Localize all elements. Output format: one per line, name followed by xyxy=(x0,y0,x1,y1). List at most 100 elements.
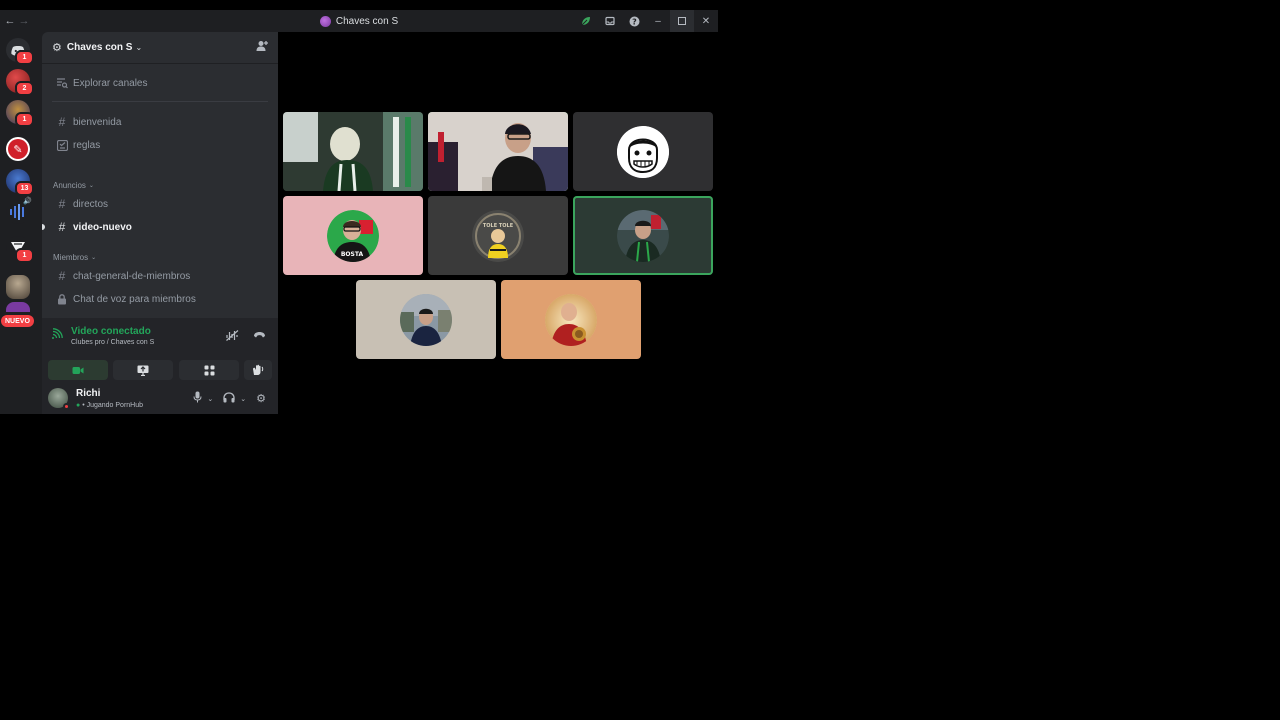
server-name: Chaves con S xyxy=(66,42,133,53)
soundboard-button[interactable] xyxy=(244,360,272,380)
rules-icon xyxy=(54,139,70,151)
video-tile-2[interactable] xyxy=(428,112,568,191)
hash-icon: # xyxy=(58,220,66,234)
maximize-icon[interactable] xyxy=(670,10,694,32)
participant-avatar: TOLE TOLE xyxy=(472,209,524,262)
microphone-icon[interactable] xyxy=(193,391,202,406)
discord-window: ← → Chaves con S ? – ✕ 1 2 1 ✎ 13 🔊 1 NU… xyxy=(0,10,718,414)
channel-label: Chat de voz para miembros xyxy=(73,293,196,305)
category-miembros[interactable]: Miembros ⌄ xyxy=(53,253,96,262)
help-icon[interactable]: ? xyxy=(622,10,646,32)
server-rail: 1 2 1 ✎ 13 🔊 1 NUEVO xyxy=(0,32,40,414)
forward-arrow-icon[interactable]: → xyxy=(17,10,31,32)
invite-person-icon[interactable] xyxy=(256,40,268,55)
server-header[interactable]: ⚙ Chaves con S ⌄ xyxy=(42,32,278,64)
explore-channels-icon xyxy=(54,77,70,89)
chevron-down-icon: ⌄ xyxy=(135,43,143,52)
server-8-icon[interactable] xyxy=(6,275,30,299)
avatar[interactable] xyxy=(48,388,70,410)
hash-icon: # xyxy=(58,115,66,129)
server-4-icon[interactable]: ✎ xyxy=(6,137,30,161)
video-tile-5[interactable]: TOLE TOLE xyxy=(428,196,568,275)
camera-button[interactable] xyxy=(48,360,108,380)
hash-icon: # xyxy=(58,197,66,211)
discord-home-icon[interactable]: 1 xyxy=(6,38,34,65)
video-stage: BOSTA TOLE TOLE xyxy=(278,32,718,414)
user-activity-text: • Jugando PornHub xyxy=(82,402,144,409)
noise-suppression-icon[interactable] xyxy=(226,330,239,344)
camera-feed-1 xyxy=(283,112,423,191)
explore-channels[interactable]: Explorar canales xyxy=(50,73,272,93)
video-tile-3[interactable] xyxy=(573,112,713,191)
video-camera-icon xyxy=(72,366,84,374)
channel-label: directos xyxy=(73,198,109,210)
soundboard-icon xyxy=(253,364,264,375)
svg-text:TOLE TOLE: TOLE TOLE xyxy=(483,223,514,229)
voice-status[interactable]: Video conectado Clubes pro / Chaves con … xyxy=(52,326,154,346)
gear-icon[interactable]: ⚙ xyxy=(256,392,266,405)
camera-feed-2 xyxy=(428,112,568,191)
voice-connection-panel: Video conectado Clubes pro / Chaves con … xyxy=(42,318,278,382)
category-label: Anuncios xyxy=(53,181,86,190)
participant-avatar xyxy=(617,125,669,178)
activities-button[interactable] xyxy=(179,360,239,380)
explore-channels-label: Explorar canales xyxy=(73,77,148,89)
channel-label: video-nuevo xyxy=(73,221,132,233)
server-icon xyxy=(319,15,331,27)
video-tile-1[interactable] xyxy=(283,112,423,191)
channel-directos[interactable]: # directos xyxy=(50,194,272,214)
username[interactable]: Richi xyxy=(76,388,100,399)
video-tile-6[interactable] xyxy=(573,196,713,275)
back-arrow-icon[interactable]: ← xyxy=(3,10,17,32)
notification-badge: 1 xyxy=(15,248,34,263)
mic-options-chevron-icon[interactable]: ⌄ xyxy=(207,395,213,403)
channel-chat-general-de-miembros[interactable]: # chat-general-de-miembros xyxy=(50,266,272,286)
voice-location[interactable]: Clubes pro / Chaves con S xyxy=(71,339,154,346)
chevron-down-icon: ⌄ xyxy=(91,255,97,261)
participant-avatar xyxy=(400,293,452,346)
activities-icon xyxy=(204,365,214,375)
video-tile-7[interactable] xyxy=(356,280,496,359)
user-controls: ⌄ ⌄ ⚙ xyxy=(193,391,266,406)
close-icon[interactable]: ✕ xyxy=(694,10,718,32)
channel-video-nuevo[interactable]: # video-nuevo xyxy=(50,217,272,237)
share-screen-button[interactable] xyxy=(113,360,173,380)
channel-chat-de-voz[interactable]: Chat de voz para miembros xyxy=(50,289,272,309)
title-bar-controls: ? – ✕ xyxy=(574,10,718,32)
participant-avatar: BOSTA xyxy=(327,209,379,262)
minimize-icon[interactable]: – xyxy=(646,10,670,32)
notification-badge: 2 xyxy=(15,81,34,96)
status-indicator xyxy=(63,403,70,410)
server-3-icon[interactable]: 1 xyxy=(6,100,34,127)
headphone-options-chevron-icon[interactable]: ⌄ xyxy=(240,395,246,403)
headphones-icon[interactable] xyxy=(223,391,235,406)
unread-indicator xyxy=(42,224,45,230)
channel-label: reglas xyxy=(73,139,101,151)
server-6-icon[interactable]: 🔊 xyxy=(6,198,32,224)
leaf-icon[interactable] xyxy=(574,10,598,32)
game-controller-icon: ● xyxy=(76,402,81,409)
server-9-icon[interactable] xyxy=(6,302,30,312)
notification-badge: 1 xyxy=(15,112,34,127)
video-tile-4[interactable]: BOSTA xyxy=(283,196,423,275)
category-label: Miembros xyxy=(53,253,89,262)
participant-avatar xyxy=(545,293,597,346)
channel-bienvenida[interactable]: # bienvenida xyxy=(50,112,272,132)
hash-icon: # xyxy=(58,269,66,283)
svg-text:BOSTA: BOSTA xyxy=(341,251,364,258)
inbox-icon[interactable] xyxy=(598,10,622,32)
voice-status-label: Video conectado xyxy=(71,326,151,337)
disconnect-icon[interactable] xyxy=(253,330,266,344)
category-anuncios[interactable]: Anuncios ⌄ xyxy=(53,181,94,190)
server-5-icon[interactable]: 13 xyxy=(6,169,34,196)
window-title: Chaves con S xyxy=(335,15,399,27)
notification-badge: 13 xyxy=(15,181,34,196)
server-2-icon[interactable]: 2 xyxy=(6,69,34,96)
server-7-icon[interactable]: 1 xyxy=(6,236,34,263)
lock-icon xyxy=(54,293,70,305)
signal-icon xyxy=(52,328,63,346)
channel-label: bienvenida xyxy=(73,116,122,128)
screen-share-icon xyxy=(137,365,149,376)
channel-reglas[interactable]: reglas xyxy=(50,135,272,155)
video-tile-8[interactable] xyxy=(501,280,641,359)
